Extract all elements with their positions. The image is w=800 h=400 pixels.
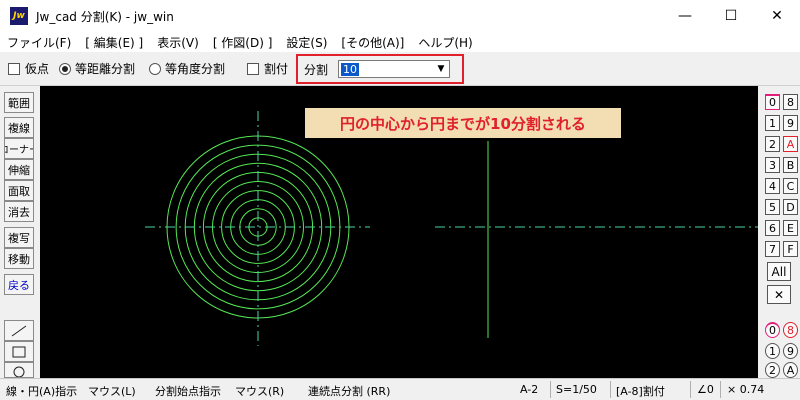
checkbox-box[interactable]	[8, 62, 20, 75]
division-label: 分割	[304, 62, 329, 77]
status-mouse-l: マウス(L)	[88, 385, 136, 398]
layer-a[interactable]: A	[783, 136, 798, 152]
menu-other[interactable]: [その他(A)]	[334, 34, 411, 51]
layer-all-button[interactable]: All	[767, 262, 791, 281]
status-layer[interactable]: A-2	[520, 383, 538, 396]
equal-angle-radio[interactable]: 等角度分割	[149, 60, 225, 77]
status-angle[interactable]: ∠0	[697, 383, 714, 396]
left-tool-panel: 範囲 複線 コーナー 伸縮 面取 消去 複写 移動 戻る	[0, 86, 40, 378]
chevron-down-icon[interactable]: ▼	[433, 64, 449, 74]
equal-distance-radio[interactable]: 等距離分割	[59, 60, 135, 77]
line-icon[interactable]	[4, 320, 34, 341]
layer-group-0[interactable]: 0	[765, 322, 780, 338]
division-count-combobox[interactable]: 10 ▼	[338, 60, 451, 78]
menu-bar: ファイル(F) [ 編集(E) ] 表示(V) [ 作図(D) ] 設定(S) …	[0, 32, 800, 52]
layer-3[interactable]: 3	[765, 157, 780, 173]
layer-0[interactable]: 0	[765, 94, 780, 110]
layer-d[interactable]: D	[783, 199, 798, 215]
layer-9[interactable]: 9	[783, 115, 798, 131]
division-count-group: 分割 10 ▼	[296, 54, 464, 84]
layer-group-9[interactable]: 9	[783, 343, 798, 359]
status-split-point: 分割始点指示	[155, 385, 221, 398]
status-separator	[720, 381, 721, 398]
kari-ten-checkbox[interactable]: 仮点	[8, 60, 49, 77]
status-mouse-r: マウス(R)	[235, 385, 285, 398]
status-left-hint: 線・円(A)指示	[6, 385, 78, 398]
equal-angle-label: 等角度分割	[165, 62, 226, 76]
layer-2[interactable]: 2	[765, 136, 780, 152]
menu-help[interactable]: ヘルプ(H)	[411, 34, 479, 51]
tool-offset[interactable]: 複線	[4, 117, 34, 138]
layer-1[interactable]: 1	[765, 115, 780, 131]
close-icon[interactable]: ✕	[754, 0, 800, 32]
tool-stretch[interactable]: 伸縮	[4, 159, 34, 180]
layer-6[interactable]: 6	[765, 220, 780, 236]
circle-icon[interactable]	[4, 362, 34, 378]
menu-draw[interactable]: [ 作図(D) ]	[206, 34, 280, 51]
layer-c[interactable]: C	[783, 178, 798, 194]
minimize-icon[interactable]: —	[662, 0, 708, 32]
kari-ten-label: 仮点	[25, 62, 50, 76]
menu-edit[interactable]: [ 編集(E) ]	[78, 34, 150, 51]
tool-erase[interactable]: 消去	[4, 201, 34, 222]
waritsuke-label: 割付	[264, 62, 289, 76]
maximize-icon[interactable]: ☐	[708, 0, 754, 32]
layer-group-a[interactable]: A	[783, 362, 798, 378]
layer-group-2[interactable]: 2	[765, 362, 780, 378]
tool-chamfer[interactable]: 面取	[4, 180, 34, 201]
menu-settings[interactable]: 設定(S)	[279, 34, 334, 51]
status-zoom[interactable]: × 0.74	[727, 383, 764, 396]
status-group[interactable]: [A-8]割付	[616, 383, 665, 399]
layer-b[interactable]: B	[783, 157, 798, 173]
status-bar: 線・円(A)指示 マウス(L) 分割始点指示 マウス(R) 連続点分割 (RR)…	[0, 378, 800, 400]
tool-corner[interactable]: コーナー	[4, 138, 34, 159]
close-icon[interactable]: ✕	[767, 285, 791, 304]
layer-e[interactable]: E	[783, 220, 798, 236]
layer-group-1[interactable]: 1	[765, 343, 780, 359]
menu-file[interactable]: ファイル(F)	[0, 34, 78, 51]
jwcad-app-icon[interactable]: Jw	[10, 7, 28, 25]
title-bar: Jw Jw_cad 分割(K) - jw_win — ☐ ✕	[0, 0, 800, 32]
status-separator	[550, 381, 551, 398]
radio-unselected[interactable]	[149, 62, 162, 75]
checkbox-box[interactable]	[247, 62, 260, 75]
layer-group-8[interactable]: 8	[783, 322, 798, 338]
status-separator	[610, 381, 611, 398]
status-scale[interactable]: S=1/50	[556, 383, 597, 396]
tool-range[interactable]: 範囲	[4, 92, 34, 113]
division-count-value[interactable]: 10	[341, 62, 360, 76]
layer-5[interactable]: 5	[765, 199, 780, 215]
rectangle-icon[interactable]	[4, 341, 34, 362]
status-separator	[690, 381, 691, 398]
layer-8[interactable]: 8	[783, 94, 798, 110]
status-continuous: 連続点分割 (RR)	[308, 385, 391, 398]
tool-undo[interactable]: 戻る	[4, 274, 34, 295]
annotation-callout: 円の中心から円までが10分割される	[305, 108, 621, 138]
tool-move[interactable]: 移動	[4, 248, 34, 269]
waritsuke-checkbox[interactable]: 割付	[247, 60, 288, 77]
equal-distance-label: 等距離分割	[75, 62, 136, 76]
layer-panel: 0 8 1 9 2 A 3 B 4 C 5 D 6 E 7 F All ✕ 0 …	[758, 86, 800, 378]
layer-7[interactable]: 7	[765, 241, 780, 257]
tool-copy[interactable]: 複写	[4, 227, 34, 248]
drawing-canvas[interactable]: 円の中心から円までが10分割される	[40, 86, 758, 378]
window-title: Jw_cad 分割(K) - jw_win	[36, 9, 174, 24]
layer-f[interactable]: F	[783, 241, 798, 257]
radio-selected[interactable]	[59, 62, 72, 75]
layer-4[interactable]: 4	[765, 178, 780, 194]
menu-view[interactable]: 表示(V)	[150, 34, 206, 51]
